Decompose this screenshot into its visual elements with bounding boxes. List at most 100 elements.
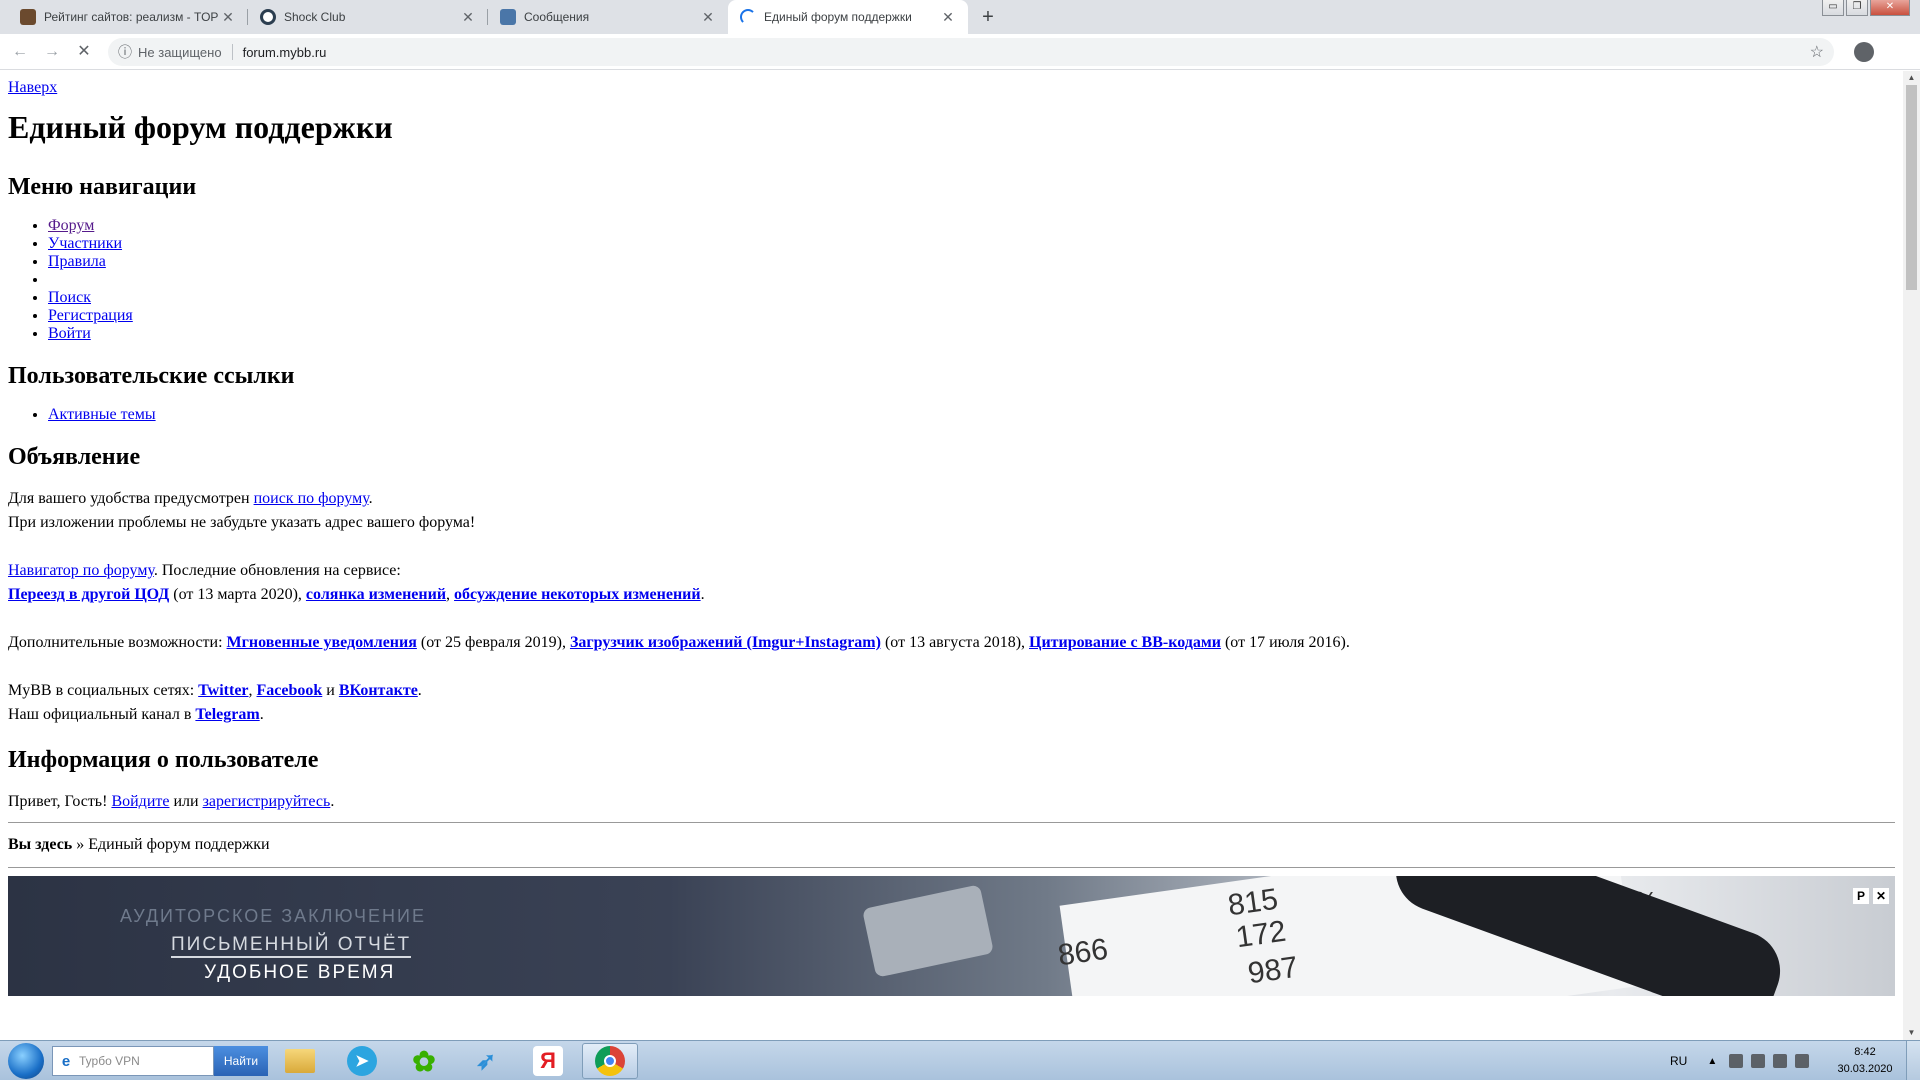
telegram-app[interactable]: ➤ xyxy=(334,1043,390,1079)
security-indicator[interactable]: ⓘ Не защищено xyxy=(108,42,222,62)
twitter-link[interactable]: Twitter xyxy=(198,682,248,699)
ad-text-line3: УДОБНОЕ ВРЕМЯ xyxy=(204,962,396,983)
bird-icon: ➶ xyxy=(475,1047,497,1075)
address-bar[interactable]: ⓘ Не защищено forum.mybb.ru ☆ xyxy=(108,38,1834,66)
nav-item-register: Регистрация xyxy=(48,307,1895,325)
forum-search-link[interactable]: поиск по форуму xyxy=(254,490,369,507)
static-text: Дополнительные возможности: xyxy=(8,634,227,651)
ad-number: 172 xyxy=(1233,914,1289,955)
close-icon[interactable]: ✕ xyxy=(220,9,236,26)
restore-button[interactable]: ❐ xyxy=(1846,0,1868,16)
static-text: , xyxy=(248,682,257,699)
tab-support-forum[interactable]: Единый форум поддержки ✕ xyxy=(728,0,968,34)
user-links-heading: Пользовательские ссылки xyxy=(8,363,295,389)
yandex-browser-app[interactable]: Я xyxy=(520,1043,576,1079)
scrollbar[interactable]: ▲ ▼ xyxy=(1903,71,1920,1040)
notifications-link[interactable]: Мгновенные уведомления xyxy=(227,634,417,651)
network-icon[interactable] xyxy=(1773,1054,1788,1068)
facebook-link[interactable]: Facebook xyxy=(257,682,323,699)
flag-icon[interactable] xyxy=(1729,1054,1744,1068)
changes-link[interactable]: солянка изменений xyxy=(306,586,446,603)
static-text: . xyxy=(330,793,335,810)
migration-link[interactable]: Переезд в другой ЦОД xyxy=(8,586,169,603)
forum-navigator-link[interactable]: Навигатор по форуму xyxy=(8,562,154,579)
telegram-link[interactable]: Telegram xyxy=(195,706,259,723)
bird-app[interactable]: ➶ xyxy=(458,1043,514,1079)
url-text[interactable]: forum.mybb.ru xyxy=(243,45,327,60)
tab-rating[interactable]: Рейтинг сайтов: реализм - TOP ✕ xyxy=(8,0,248,34)
browser-toolbar: ← → ✕ ⓘ Не защищено forum.mybb.ru ☆ ⋮ xyxy=(0,34,1920,95)
ad-close-button[interactable]: ✕ xyxy=(1873,888,1889,904)
taskbar-search-input[interactable]: e Турбо VPN xyxy=(52,1046,214,1076)
ad-text-line2: ПИСЬМЕННЫЙ ОТЧЁТ xyxy=(171,934,412,958)
nav-item-rules: Правила xyxy=(48,253,1895,271)
active-topics-link[interactable]: Активные темы xyxy=(48,406,156,423)
discussion-link[interactable]: обсуждение некоторых изменений xyxy=(454,586,701,603)
login-link[interactable]: Войдите xyxy=(111,793,169,810)
chat-favicon-icon xyxy=(500,9,516,25)
explorer-app[interactable] xyxy=(272,1043,328,1079)
telegram-icon: ➤ xyxy=(347,1046,377,1076)
nav-link-search[interactable]: Поиск xyxy=(48,289,91,306)
show-desktop-button[interactable] xyxy=(1906,1041,1920,1080)
scroll-up-icon[interactable]: ▲ xyxy=(1903,71,1920,85)
yandex-icon: Я xyxy=(533,1046,563,1076)
profile-icon[interactable] xyxy=(1854,42,1874,62)
vkontakte-link[interactable]: ВКонтакте xyxy=(339,682,418,699)
tray-expand-icon[interactable]: ▲ xyxy=(1707,1056,1717,1067)
circle-favicon-icon xyxy=(260,9,276,25)
static-text: (от 25 февраля 2019), xyxy=(416,634,570,651)
tab-shock-club[interactable]: Shock Club ✕ xyxy=(248,0,488,34)
taskbar: e Турбо VPN Найти ➤ ✿ ➶ Я RU ▲ 8:42 30.0… xyxy=(0,1040,1920,1080)
close-window-button[interactable]: ✕ xyxy=(1870,0,1910,16)
start-button[interactable] xyxy=(8,1043,44,1079)
static-text: Наш официальный канал в xyxy=(8,706,196,723)
image-uploader-link[interactable]: Загрузчик изображений (Imgur+Instagram) xyxy=(570,634,881,651)
scroll-thumb[interactable] xyxy=(1906,85,1917,290)
stop-button[interactable]: ✕ xyxy=(72,40,96,64)
language-indicator[interactable]: RU xyxy=(1670,1054,1687,1068)
search-button[interactable]: Найти xyxy=(214,1046,268,1076)
static-text: . Последние обновления на сервисе: xyxy=(153,562,401,579)
new-tab-button[interactable]: + xyxy=(976,5,1000,29)
security-label: Не защищено xyxy=(138,44,222,60)
minimize-button[interactable]: ▭ xyxy=(1822,0,1844,16)
tab-messages[interactable]: Сообщения ✕ xyxy=(488,0,728,34)
close-icon[interactable]: ✕ xyxy=(940,9,956,26)
static-text: . xyxy=(417,682,422,699)
icq-app[interactable]: ✿ xyxy=(396,1043,452,1079)
nav-link-login[interactable]: Войти xyxy=(48,325,91,342)
ad-number: 987 xyxy=(1245,950,1301,991)
nav-link-rules[interactable]: Правила xyxy=(48,253,106,270)
nav-item-empty xyxy=(48,271,1895,289)
nav-link-forum[interactable]: Форум xyxy=(48,217,94,234)
star-icon[interactable]: ☆ xyxy=(1810,42,1824,62)
volume-icon[interactable] xyxy=(1795,1054,1810,1068)
device-icon[interactable] xyxy=(1751,1054,1766,1068)
announcement-line: Дополнительные возможности: Мгновенные у… xyxy=(8,631,1895,655)
close-icon[interactable]: ✕ xyxy=(700,9,716,26)
register-link[interactable]: зарегистрируйтесь xyxy=(203,793,331,810)
ad-info-button[interactable]: P xyxy=(1853,888,1869,904)
ad-banner[interactable]: АУДИТОРСКОЕ ЗАКЛЮЧЕНИЕ ПИСЬМЕННЫЙ ОТЧЁТ … xyxy=(8,876,1895,996)
nav-link-users[interactable]: Участники xyxy=(48,235,122,252)
clock-date: 30.03.2020 xyxy=(1837,1063,1893,1075)
close-icon[interactable]: ✕ xyxy=(460,9,476,26)
forward-button[interactable]: → xyxy=(40,40,64,64)
back-button[interactable]: ← xyxy=(8,40,32,64)
folder-icon xyxy=(285,1049,315,1073)
bbcode-quote-link[interactable]: Цитирование с BB-кодами xyxy=(1029,634,1221,651)
breadcrumb-separator: » xyxy=(72,836,89,853)
breadcrumb-current: Единый форум поддержки xyxy=(88,836,270,853)
static-text: (от 13 августа 2018), xyxy=(880,634,1030,651)
top-link[interactable]: Наверх xyxy=(8,79,57,96)
scroll-down-icon[interactable]: ▼ xyxy=(1903,1026,1920,1040)
static-text: (от 13 марта 2020), xyxy=(169,586,306,603)
ie-icon: e xyxy=(61,1052,71,1070)
page-content: Наверх Единый форум поддержки Меню навиг… xyxy=(0,71,1903,1004)
tab-title: Рейтинг сайтов: реализм - TOP xyxy=(44,10,219,24)
nav-link-register[interactable]: Регистрация xyxy=(48,307,133,324)
clock[interactable]: 8:42 30.03.2020 xyxy=(1830,1044,1900,1078)
chrome-app[interactable] xyxy=(582,1043,638,1079)
